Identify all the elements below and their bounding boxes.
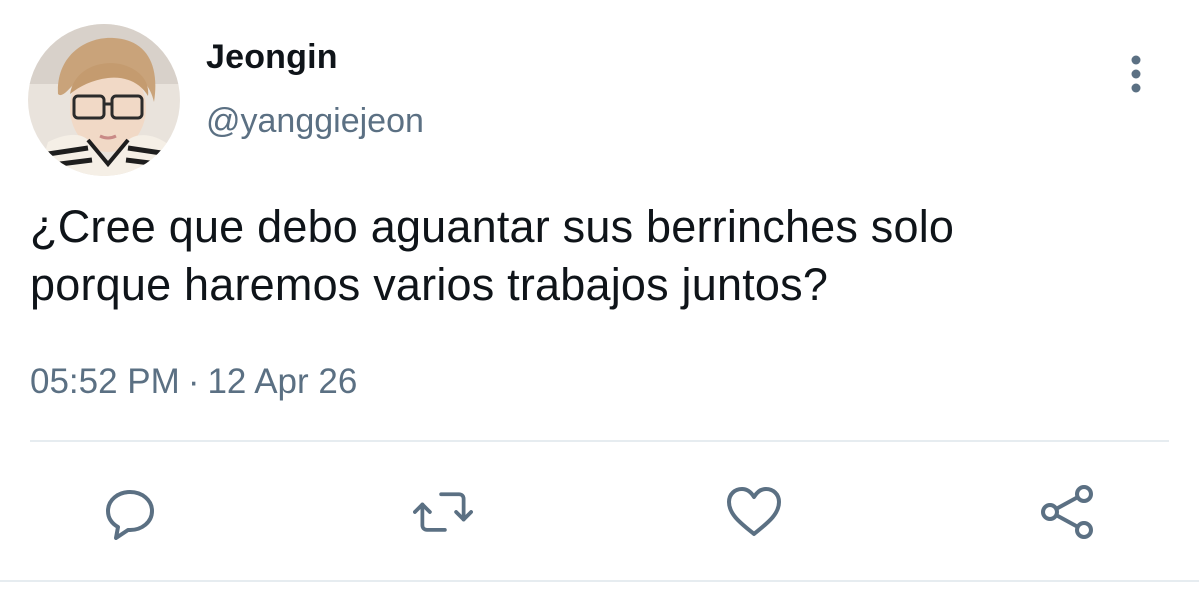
tweet-text: ¿Cree que debo aguantar sus berrinches s… [30, 198, 1150, 314]
user-handle[interactable]: @yanggiejeon [206, 102, 424, 141]
display-name[interactable]: Jeongin [206, 38, 338, 77]
tweet-card: Jeongin @yanggiejeon ¿Cree que debo agua… [0, 0, 1199, 600]
retweet-button[interactable] [413, 482, 473, 542]
user-photo-avatar-icon [28, 24, 180, 176]
retweet-icon [413, 492, 473, 532]
like-icon [727, 487, 781, 536]
tweet-date: 12 Apr 26 [207, 362, 358, 401]
reply-icon [106, 490, 154, 540]
divider [0, 580, 1199, 582]
tweet-timestamp[interactable]: 05:52 PM · 12 Apr 26 [30, 362, 357, 402]
avatar[interactable] [28, 24, 180, 176]
share-button[interactable] [1038, 482, 1098, 542]
tweet-text-line: ¿Cree que debo aguantar sus berrinches s… [30, 201, 955, 252]
reply-button[interactable] [100, 482, 160, 542]
tweet-text-line: porque haremos varios trabajos juntos? [30, 259, 829, 310]
more-vertical-icon [1131, 55, 1141, 93]
like-button[interactable] [724, 482, 784, 542]
more-options-button[interactable] [1112, 50, 1160, 98]
share-icon [1041, 485, 1093, 539]
timestamp-separator: · [187, 362, 200, 401]
divider [30, 440, 1169, 442]
tweet-time: 05:52 PM [30, 362, 180, 401]
